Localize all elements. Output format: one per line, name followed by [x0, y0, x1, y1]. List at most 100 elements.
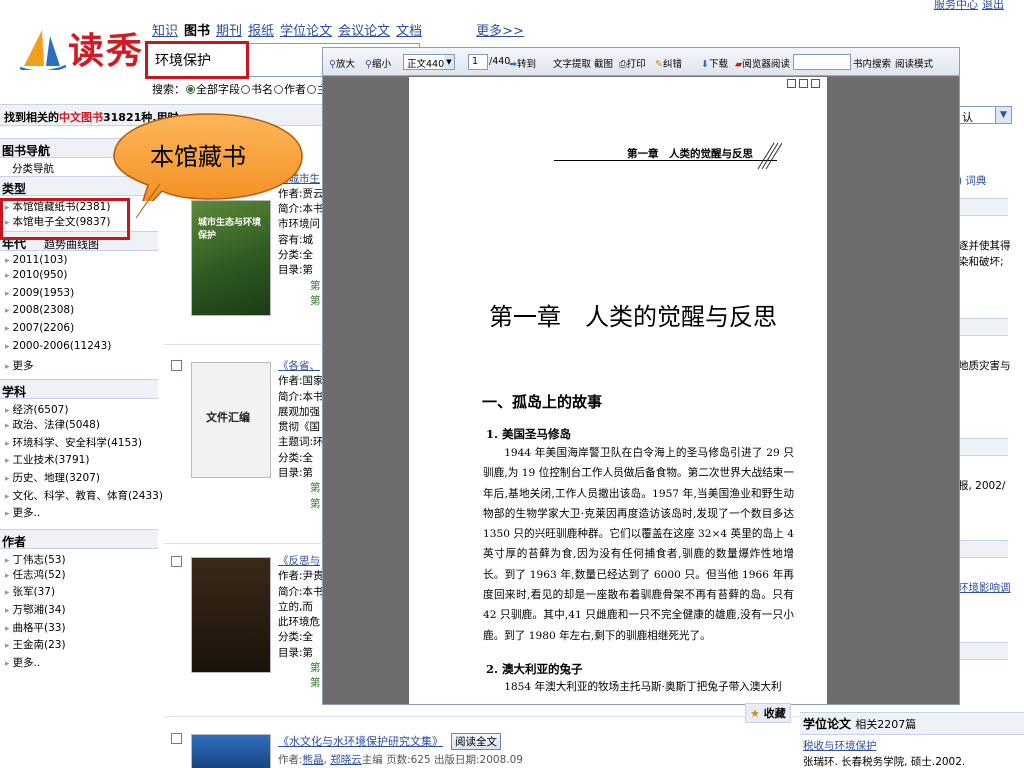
- book-viewer[interactable]: ⚲放大 ⚲缩小 正文440页 ▼ 1 /440 ➡转到 文字提取 截图 ⎙打印 ✎…: [322, 47, 960, 705]
- search-scope-label: 搜索：: [152, 83, 185, 96]
- result-checkbox[interactable]: [171, 556, 182, 567]
- collect-button[interactable]: ★ 收藏: [745, 703, 791, 723]
- author-link[interactable]: 郑晓云: [330, 754, 362, 766]
- sidebar-item-subject[interactable]: 文化、科学、教育、体育(2433): [0, 488, 163, 506]
- zoom-in-button[interactable]: ⚲放大: [329, 56, 355, 70]
- goto-button[interactable]: ➡转到: [509, 56, 536, 70]
- text-extract-button[interactable]: 文字提取: [553, 56, 591, 70]
- sidebar-item-year[interactable]: 2000-2006(11243): [0, 340, 158, 358]
- sidebar-item-year-more[interactable]: 更多: [0, 358, 158, 376]
- logo[interactable]: 读秀: [20, 20, 145, 75]
- sidebar-item-author[interactable]: 任志鸿(52): [0, 567, 158, 585]
- result-divider: [164, 543, 324, 544]
- thesis-count[interactable]: 相关2207篇: [855, 718, 916, 731]
- page-number-input[interactable]: 1: [468, 54, 488, 70]
- tab-conference[interactable]: 会议论文: [338, 24, 390, 39]
- sidebar-item-author-more[interactable]: 更多..: [0, 655, 158, 673]
- sort-select-value: 认: [962, 111, 973, 124]
- result-line: 分类:全: [278, 631, 314, 644]
- thesis-title[interactable]: 学位论文: [803, 717, 851, 731]
- search-input[interactable]: 环境保护: [145, 41, 249, 79]
- book-cover[interactable]: [191, 734, 271, 768]
- result-line[interactable]: 《各省、: [278, 359, 322, 374]
- browser-read-button[interactable]: ▰阅览器阅读: [735, 56, 790, 70]
- collect-label: 收藏: [763, 707, 786, 720]
- result-checkbox[interactable]: [171, 733, 182, 744]
- correct-button[interactable]: ✎纠错: [655, 56, 682, 70]
- radio-author[interactable]: [274, 85, 283, 94]
- right-link-text: 报, 2002/: [958, 480, 1006, 492]
- result-line[interactable]: 《反思与: [278, 554, 322, 569]
- dictionary-link[interactable]: ) 词典: [958, 173, 986, 188]
- result-line: 分类:全: [278, 451, 314, 464]
- sidebar-item-subject[interactable]: 工业技术(3791): [0, 452, 158, 470]
- result-line: 此环境危: [278, 616, 320, 629]
- result-title-line: 《水文化与水环境保护研究文集》 阅读全文: [278, 733, 501, 750]
- sidebar-item-author[interactable]: 张军(37): [0, 584, 158, 602]
- result-line: 作者:国家: [278, 375, 322, 388]
- sidebar-item-year[interactable]: 2008(2308): [0, 304, 158, 322]
- tab-newspapers[interactable]: 报纸: [248, 24, 274, 39]
- right-link[interactable]: 报, 2002/: [958, 478, 1005, 493]
- highlight-frame: [0, 198, 130, 240]
- zoom-in-label: 放大: [335, 59, 355, 70]
- sort-select[interactable]: 认 ▼: [958, 106, 1012, 124]
- tab-knowledge[interactable]: 知识: [152, 24, 178, 39]
- result-line: 贯彻《国: [278, 421, 320, 434]
- book-cover[interactable]: 文件汇编: [191, 362, 271, 478]
- radio-subject[interactable]: [307, 85, 316, 94]
- cover-title: 文件汇编: [206, 411, 250, 424]
- sidebar-item-subject[interactable]: 环境科学、安全科学(4153): [0, 435, 158, 453]
- sidebar-item-author[interactable]: 王金南(23): [0, 637, 158, 655]
- service-center-link[interactable]: 服务中心: [934, 0, 978, 11]
- in-book-search-button[interactable]: 书内搜索: [853, 56, 891, 70]
- radio-title[interactable]: [241, 85, 250, 94]
- page-tool-icon[interactable]: [787, 79, 796, 88]
- sidebar-item-author[interactable]: 丁伟志(53): [0, 549, 158, 567]
- radio-all-fields[interactable]: [186, 85, 195, 94]
- logout-link[interactable]: 退出: [982, 0, 1004, 11]
- zoom-out-button[interactable]: ⚲缩小: [365, 56, 391, 70]
- sidebar-item-subject[interactable]: 历史、地理(3207): [0, 470, 158, 488]
- tab-more[interactable]: 更多>>: [476, 24, 524, 39]
- sidebar-item-year[interactable]: 2011(103): [0, 251, 158, 269]
- pencil-icon: ✎: [655, 59, 663, 70]
- result-line: 简介:本书: [278, 585, 322, 598]
- read-mode-button[interactable]: 阅读模式: [895, 56, 933, 70]
- trend-chart-link[interactable]: 趋势曲线图: [44, 238, 99, 251]
- sidebar-item-year[interactable]: 2009(1953): [0, 287, 158, 305]
- viewer-page-area[interactable]: 第一章 人类的觉醒与反思 第一章 人类的觉醒与反思 一、孤岛上的故事 1. 美国…: [323, 77, 959, 704]
- download-button[interactable]: ⬇下载: [701, 56, 728, 70]
- book-cover[interactable]: 城市生态与环境保护: [191, 200, 271, 316]
- thesis-item-title[interactable]: 税收与环境保护: [800, 735, 1024, 753]
- sidebar-item-subject[interactable]: 经济(6507): [0, 399, 158, 417]
- tab-theses[interactable]: 学位论文: [280, 24, 332, 39]
- result-line: 第: [310, 279, 321, 292]
- print-label: 打印: [626, 59, 646, 70]
- in-book-search-input[interactable]: [793, 54, 851, 70]
- result-type: 中文图书: [59, 111, 103, 124]
- page-tool-icon[interactable]: [811, 79, 820, 88]
- right-link[interactable]: 环境影响调: [958, 580, 1011, 595]
- result-line: 简介:本书: [278, 390, 322, 403]
- sidebar-item-subject[interactable]: 政治、法律(5048): [0, 417, 158, 435]
- result-line: 市环境问: [278, 218, 320, 231]
- result-title-link[interactable]: 《水文化与水环境保护研究文集》: [278, 735, 443, 748]
- read-fulltext-button[interactable]: 阅读全文: [451, 733, 501, 750]
- book-cover[interactable]: [191, 557, 271, 673]
- page-tool-icon[interactable]: [799, 79, 808, 88]
- sidebar-item-author[interactable]: 万鄂湘(34): [0, 602, 158, 620]
- tab-journals[interactable]: 期刊: [216, 24, 242, 39]
- right-band: [958, 642, 1008, 660]
- sidebar-item-author[interactable]: 曲格平(33): [0, 620, 158, 638]
- tab-documents[interactable]: 文档: [396, 24, 422, 39]
- screenshot-button[interactable]: 截图: [594, 56, 613, 70]
- sidebar-item-subject-more[interactable]: 更多..: [0, 505, 158, 523]
- print-button[interactable]: ⎙打印: [619, 56, 646, 70]
- result-checkbox[interactable]: [171, 360, 182, 371]
- author-link[interactable]: 熊晶: [303, 754, 324, 766]
- page-select[interactable]: 正文440页 ▼: [403, 54, 455, 70]
- tab-books[interactable]: 图书: [184, 24, 210, 39]
- sidebar-item-year[interactable]: 2007(2206): [0, 322, 158, 340]
- sidebar-item-year[interactable]: 2010(950): [0, 269, 158, 287]
